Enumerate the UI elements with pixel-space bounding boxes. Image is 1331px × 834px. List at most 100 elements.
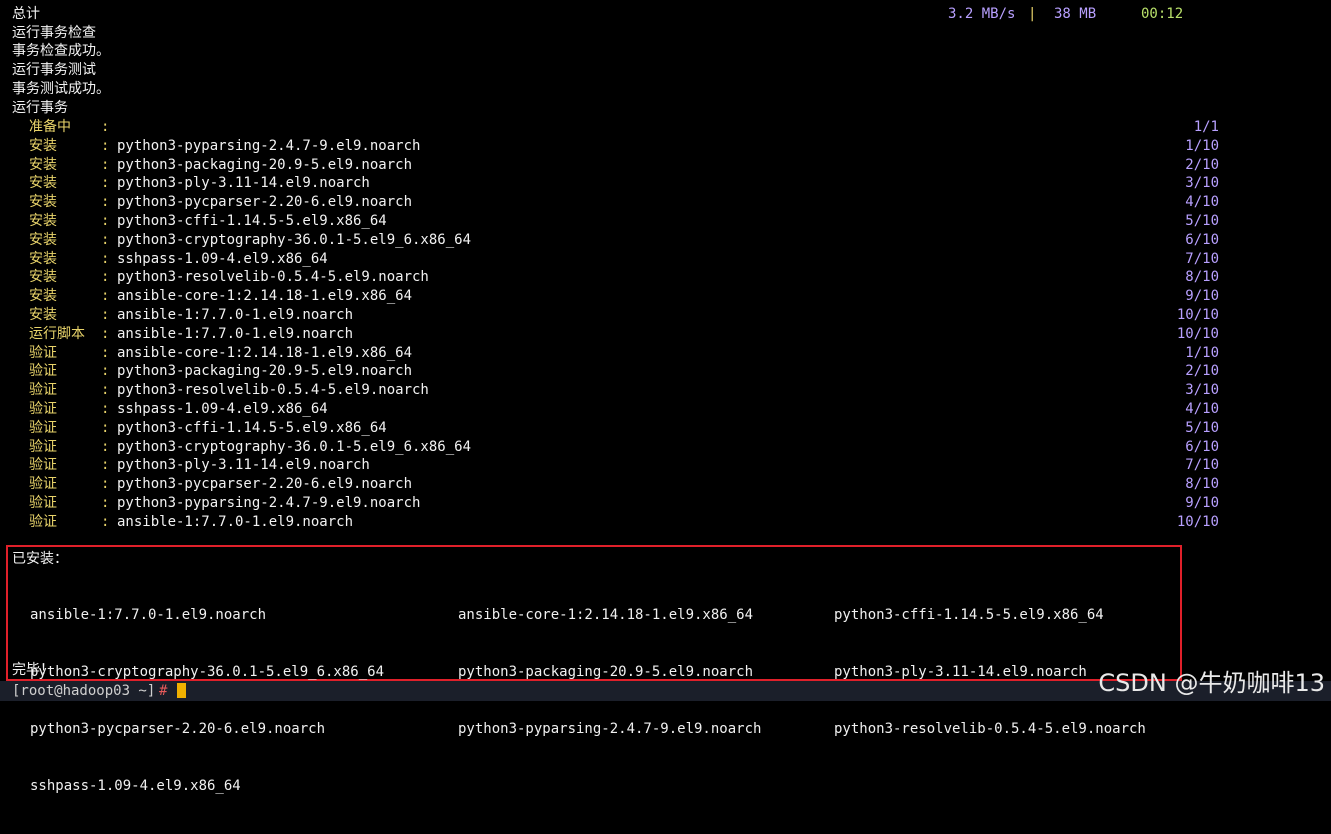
task-separator: :	[101, 382, 110, 398]
task-progress: 1/1	[1193, 119, 1219, 135]
csdn-watermark: CSDN @牛奶咖啡13	[1098, 669, 1325, 697]
task-separator: :	[101, 138, 110, 154]
task-package: python3-ply-3.11-14.el9.noarch	[117, 457, 370, 473]
task-separator: :	[101, 476, 110, 492]
terminal-window[interactable]: 总计 3.2 MB/s | 38 MB 00:12 运行事务检查 事务检查成功。…	[0, 0, 1331, 794]
task-action: 验证	[29, 420, 57, 436]
task-action: 验证	[29, 382, 57, 398]
installed-package: ansible-1:7.7.0-1.el9.noarch	[30, 607, 267, 623]
terminal-cursor[interactable]	[177, 683, 186, 698]
installed-package: python3-resolvelib-0.5.4-5.el9.noarch	[834, 721, 1146, 737]
task-action: 安装	[29, 138, 57, 154]
task-separator: :	[101, 514, 110, 530]
task-progress: 8/10	[1185, 476, 1219, 492]
installed-column-1: ansible-1:7.7.0-1.el9.noarch python3-cry…	[30, 568, 384, 834]
task-separator: :	[101, 269, 110, 285]
task-separator: :	[101, 213, 110, 229]
task-package: sshpass-1.09-4.el9.x86_64	[117, 401, 328, 417]
total-label: 总计	[12, 6, 40, 22]
task-package: ansible-1:7.7.0-1.el9.noarch	[117, 307, 354, 323]
task-separator: :	[101, 307, 110, 323]
shell-prompt: [root@hadoop03 ~]	[12, 683, 156, 699]
task-action: 验证	[29, 345, 57, 361]
task-separator: :	[101, 401, 110, 417]
task-package: python3-packaging-20.9-5.el9.noarch	[117, 157, 413, 173]
installed-package: python3-pycparser-2.20-6.el9.noarch	[30, 721, 326, 737]
header-separator: |	[1028, 6, 1037, 22]
installed-package: ansible-core-1:2.14.18-1.el9.x86_64	[458, 607, 754, 623]
task-package: python3-cryptography-36.0.1-5.el9_6.x86_…	[117, 439, 472, 455]
task-separator: :	[101, 363, 110, 379]
status-line: 运行事务测试	[12, 62, 96, 78]
task-progress: 2/10	[1185, 157, 1219, 173]
done-message: 完毕！	[12, 662, 54, 678]
task-separator: :	[101, 326, 110, 342]
task-action: 安装	[29, 251, 57, 267]
task-progress: 10/10	[1176, 326, 1219, 342]
task-separator: :	[101, 157, 110, 173]
task-progress: 6/10	[1185, 232, 1219, 248]
task-action: 安装	[29, 213, 57, 229]
task-separator: :	[101, 175, 110, 191]
task-package: ansible-core-1:2.14.18-1.el9.x86_64	[117, 345, 413, 361]
task-package: python3-pyparsing-2.4.7-9.el9.noarch	[117, 138, 421, 154]
task-separator: :	[101, 119, 110, 135]
task-progress: 8/10	[1185, 269, 1219, 285]
task-separator: :	[101, 288, 110, 304]
task-package: python3-packaging-20.9-5.el9.noarch	[117, 363, 413, 379]
task-package: python3-cffi-1.14.5-5.el9.x86_64	[117, 213, 387, 229]
installed-package: python3-cryptography-36.0.1-5.el9_6.x86_…	[30, 664, 385, 680]
task-progress: 1/10	[1185, 138, 1219, 154]
installed-package: python3-pyparsing-2.4.7-9.el9.noarch	[458, 721, 762, 737]
task-progress: 7/10	[1185, 457, 1219, 473]
task-progress: 2/10	[1185, 363, 1219, 379]
task-progress: 5/10	[1185, 420, 1219, 436]
task-package: ansible-1:7.7.0-1.el9.noarch	[117, 326, 354, 342]
prompt-symbol: #	[159, 683, 168, 699]
task-separator: :	[101, 251, 110, 267]
task-separator: :	[101, 420, 110, 436]
installed-label: 已安装：	[12, 551, 68, 567]
task-action: 准备中	[29, 119, 71, 135]
task-progress: 5/10	[1185, 213, 1219, 229]
task-action: 安装	[29, 269, 57, 285]
task-progress: 9/10	[1185, 288, 1219, 304]
status-line: 事务测试成功。	[12, 81, 110, 97]
task-package: sshpass-1.09-4.el9.x86_64	[117, 251, 328, 267]
download-speed: 3.2 MB/s	[948, 6, 1016, 22]
task-progress: 10/10	[1176, 307, 1219, 323]
installed-package: python3-cffi-1.14.5-5.el9.x86_64	[834, 607, 1104, 623]
status-line: 运行事务	[12, 100, 68, 116]
task-progress: 4/10	[1185, 194, 1219, 210]
task-package: python3-ply-3.11-14.el9.noarch	[117, 175, 370, 191]
task-package: python3-resolvelib-0.5.4-5.el9.noarch	[117, 269, 429, 285]
task-progress: 10/10	[1176, 514, 1219, 530]
installed-package: python3-packaging-20.9-5.el9.noarch	[458, 664, 754, 680]
task-package: python3-pycparser-2.20-6.el9.noarch	[117, 194, 413, 210]
task-separator: :	[101, 345, 110, 361]
task-separator: :	[101, 495, 110, 511]
task-separator: :	[101, 232, 110, 248]
task-progress: 3/10	[1185, 382, 1219, 398]
task-progress: 6/10	[1185, 439, 1219, 455]
task-package: ansible-1:7.7.0-1.el9.noarch	[117, 514, 354, 530]
task-action: 安装	[29, 194, 57, 210]
task-action: 验证	[29, 495, 57, 511]
task-action: 安装	[29, 307, 57, 323]
task-package: python3-pyparsing-2.4.7-9.el9.noarch	[117, 495, 421, 511]
task-package: python3-resolvelib-0.5.4-5.el9.noarch	[117, 382, 429, 398]
download-size: 38 MB	[1054, 6, 1097, 22]
task-progress: 3/10	[1185, 175, 1219, 191]
task-action: 验证	[29, 514, 57, 530]
task-action: 验证	[29, 457, 57, 473]
installed-package: sshpass-1.09-4.el9.x86_64	[30, 778, 241, 794]
task-action: 安装	[29, 232, 57, 248]
task-action: 安装	[29, 157, 57, 173]
task-package: ansible-core-1:2.14.18-1.el9.x86_64	[117, 288, 413, 304]
task-action: 验证	[29, 439, 57, 455]
task-action: 安装	[29, 288, 57, 304]
status-line: 事务检查成功。	[12, 43, 110, 59]
installed-column-2: ansible-core-1:2.14.18-1.el9.x86_64 pyth…	[458, 568, 761, 777]
elapsed-time: 00:12	[1141, 6, 1184, 22]
task-separator: :	[101, 457, 110, 473]
